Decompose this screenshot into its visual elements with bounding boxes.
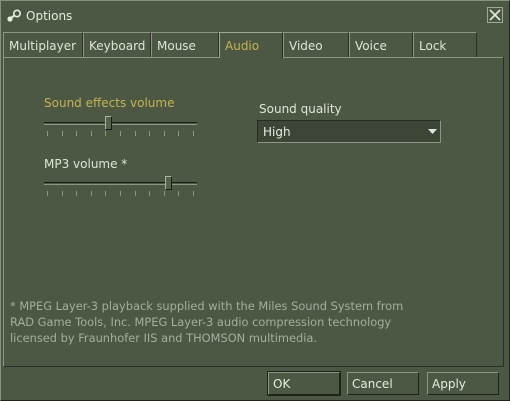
cancel-button[interactable]: Cancel <box>347 372 419 395</box>
slider-ticks <box>47 191 194 196</box>
tab-video[interactable]: Video <box>283 32 349 57</box>
apply-button[interactable]: Apply <box>427 372 499 395</box>
close-button[interactable] <box>487 7 503 23</box>
mp3-volume-slider[interactable] <box>44 176 197 202</box>
sound-effects-volume-label: Sound effects volume <box>44 96 175 110</box>
mp3-volume-label: MP3 volume * <box>44 157 128 171</box>
options-window: Options Multiplayer Keyboard Mouse Audio… <box>0 0 510 401</box>
ok-button[interactable]: OK <box>267 371 341 396</box>
slider-thumb[interactable] <box>105 116 112 130</box>
tab-lock[interactable]: Lock <box>413 32 477 57</box>
window-title: Options <box>26 9 73 23</box>
chevron-down-icon <box>428 129 437 134</box>
tab-mouse[interactable]: Mouse <box>151 32 219 57</box>
sound-quality-value: High <box>263 125 291 139</box>
sound-quality-dropdown[interactable]: High <box>257 120 441 143</box>
tab-multiplayer[interactable]: Multiplayer <box>3 32 83 57</box>
tab-keyboard[interactable]: Keyboard <box>83 32 151 57</box>
tab-audio[interactable]: Audio <box>219 32 283 58</box>
tab-voice[interactable]: Voice <box>349 32 413 57</box>
sound-quality-label: Sound quality <box>259 102 342 116</box>
slider-ticks <box>47 131 194 136</box>
close-icon <box>489 9 501 21</box>
slider-thumb[interactable] <box>165 176 172 190</box>
title-bar[interactable]: Options <box>1 1 509 31</box>
sound-effects-volume-slider[interactable] <box>44 116 197 142</box>
steam-icon <box>7 9 22 22</box>
mp3-license-footnote: * MPEG Layer-3 playback supplied with th… <box>10 299 404 345</box>
